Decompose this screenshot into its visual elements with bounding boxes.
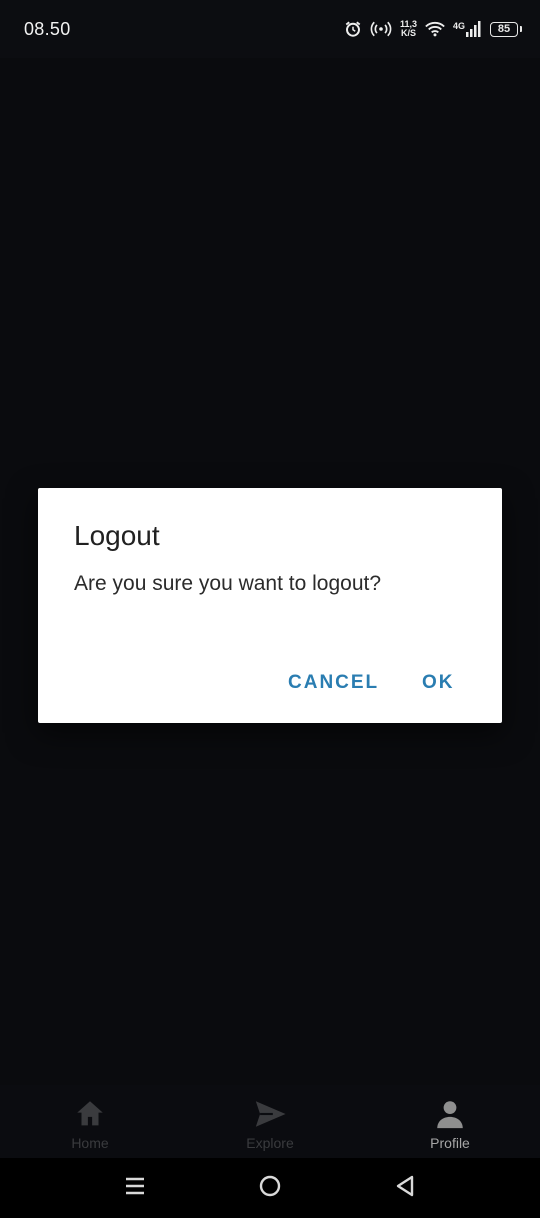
dialog-message: Are you sure you want to logout? <box>74 572 382 595</box>
cellular-signal-icon: 4G <box>453 21 482 37</box>
home-icon <box>72 1097 108 1131</box>
status-icons: 11,3 K/S 4G 85 <box>344 17 522 41</box>
nav-item-home[interactable]: Home <box>0 1085 180 1158</box>
network-speed-unit: K/S <box>400 28 416 38</box>
hotspot-icon <box>370 20 392 38</box>
network-speed: 11,3 K/S <box>400 20 417 38</box>
cancel-button[interactable]: CANCEL <box>282 668 385 698</box>
home-circle-icon <box>258 1174 282 1203</box>
ok-button[interactable]: OK <box>416 668 461 698</box>
logout-dialog: Logout Are you sure you want to logout? … <box>38 488 502 723</box>
nav-label-profile: Profile <box>430 1135 470 1151</box>
nav-item-profile[interactable]: Profile <box>360 1085 540 1158</box>
system-navigation-bar <box>0 1158 540 1218</box>
nav-label-explore: Explore <box>246 1135 294 1151</box>
status-bar: 08.50 11,3 K/S 4G 85 <box>0 0 540 58</box>
dialog-title: Logout <box>74 520 160 551</box>
bottom-navigation: Home Explore Profile <box>0 1085 540 1158</box>
battery-level: 85 <box>497 23 511 35</box>
status-time: 08.50 <box>24 19 71 39</box>
back-triangle-icon <box>394 1174 416 1203</box>
nav-label-home: Home <box>71 1135 109 1151</box>
home-system-button[interactable] <box>203 1158 338 1218</box>
battery-icon: 85 <box>490 21 522 37</box>
recent-apps-icon <box>124 1175 146 1202</box>
person-icon <box>433 1097 467 1131</box>
recent-apps-button[interactable] <box>68 1158 203 1218</box>
network-type: 4G <box>452 21 465 31</box>
wifi-icon <box>425 21 445 37</box>
back-system-button[interactable] <box>338 1158 473 1218</box>
send-icon <box>251 1097 289 1131</box>
nav-item-explore[interactable]: Explore <box>180 1085 360 1158</box>
alarm-icon <box>344 20 362 38</box>
